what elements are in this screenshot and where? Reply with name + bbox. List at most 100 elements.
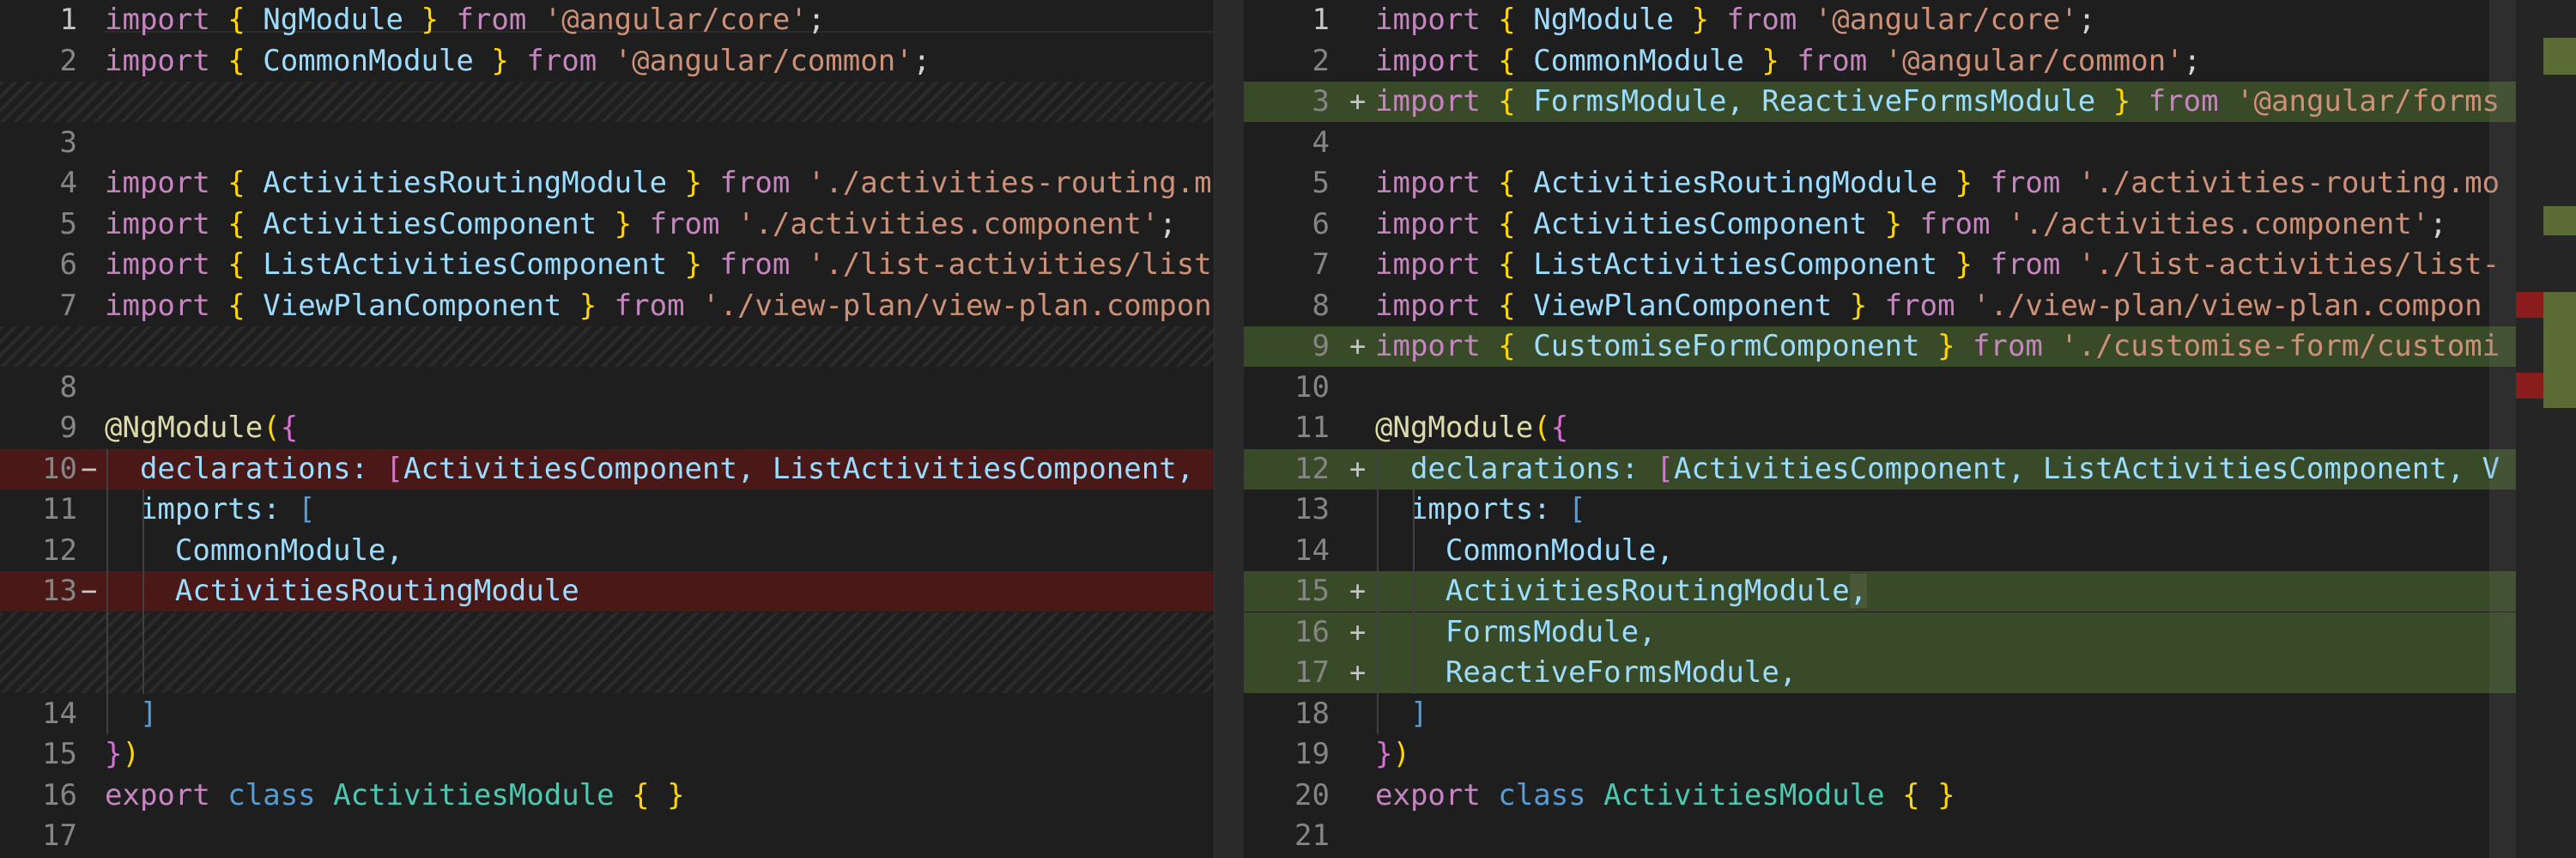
line-code[interactable]: ActivitiesRoutingModule, bbox=[1375, 571, 1868, 612]
code-line[interactable]: 18 ] bbox=[1244, 694, 2516, 734]
code-line[interactable]: 3 bbox=[0, 123, 1240, 163]
code-token: } bbox=[667, 166, 720, 200]
code-line[interactable]: 8 bbox=[0, 368, 1240, 408]
line-code[interactable]: export class ActivitiesModule { } bbox=[105, 776, 685, 816]
line-gutter: 6 bbox=[1244, 204, 1330, 245]
line-code[interactable]: imports: [ bbox=[105, 490, 316, 530]
code-line[interactable]: 15}) bbox=[0, 734, 1240, 775]
code-line[interactable]: 1 import { NgModule } from '@angular/core… bbox=[0, 0, 1240, 40]
code-line[interactable]: 6 import { ListActivitiesComponent } from… bbox=[0, 245, 1240, 285]
overview-removed-mark bbox=[2516, 292, 2543, 318]
code-line[interactable]: 4 bbox=[1244, 123, 2516, 163]
code-line[interactable]: 12 CommonModule, bbox=[0, 531, 1240, 571]
line-code[interactable]: ] bbox=[105, 694, 157, 734]
code-line[interactable]: 12 + declarations: [ActivitiesComponent, … bbox=[1244, 448, 2516, 490]
code-line[interactable]: 9 + import { CustomiseFormComponent } from… bbox=[1244, 326, 2516, 367]
code-line[interactable]: 16 + FormsModule, bbox=[1244, 612, 2516, 653]
line-code[interactable]: declarations: [ActivitiesComponent, List… bbox=[105, 449, 1212, 490]
diff-pane-divider[interactable] bbox=[1214, 0, 1245, 858]
code-token: } bbox=[1674, 3, 1727, 37]
diff-overview-ruler[interactable] bbox=[2516, 0, 2576, 858]
line-number: 5 bbox=[59, 206, 77, 241]
line-code[interactable]: imports: [ bbox=[1375, 490, 1586, 530]
line-code[interactable]: }) bbox=[105, 734, 140, 775]
line-code[interactable]: import { FormsModule, ReactiveFormsModul… bbox=[1375, 82, 2500, 122]
code-line[interactable]: 14 CommonModule, bbox=[1244, 531, 2516, 571]
line-code[interactable]: import { CommonModule } from '@angular/c… bbox=[1375, 41, 2201, 82]
line-code[interactable]: ReactiveFormsModule, bbox=[1375, 653, 1797, 693]
code-line[interactable]: 9 @NgModule({ bbox=[0, 408, 1240, 448]
line-code[interactable]: import { ActivitiesRoutingModule } from … bbox=[105, 163, 1229, 204]
code-line[interactable]: 15 + ActivitiesRoutingModule, bbox=[1244, 571, 2516, 612]
code-line[interactable]: 14 ] bbox=[0, 694, 1240, 734]
line-code[interactable]: ] bbox=[1375, 694, 1427, 734]
code-line[interactable]: 11 @NgModule({ bbox=[1244, 408, 2516, 448]
code-token: NgModule bbox=[1533, 3, 1675, 37]
line-code[interactable]: declarations: [ActivitiesComponent, List… bbox=[1375, 449, 2500, 490]
code-line[interactable]: 17 bbox=[0, 816, 1240, 856]
code-line[interactable]: 5 import { ActivitiesRoutingModule } from… bbox=[1244, 163, 2516, 204]
line-code[interactable]: import { ActivitiesComponent } from './a… bbox=[105, 204, 1177, 245]
line-number: 5 bbox=[1312, 166, 1330, 200]
line-code[interactable]: FormsModule, bbox=[1375, 612, 1657, 653]
code-line[interactable]: 10 bbox=[1244, 368, 2516, 408]
code-token: ListActivitiesComponent bbox=[263, 247, 668, 282]
line-code[interactable]: CommonModule, bbox=[105, 531, 403, 571]
code-line[interactable]: 4 import { ActivitiesRoutingModule } from… bbox=[0, 163, 1240, 204]
line-code[interactable]: export class ActivitiesModule { } bbox=[1375, 776, 1955, 816]
line-number: 16 bbox=[42, 777, 77, 812]
code-line[interactable]: 21 bbox=[1244, 816, 2516, 856]
line-code[interactable]: import { ActivitiesComponent } from './a… bbox=[1375, 204, 2447, 245]
code-line[interactable]: 7 import { ViewPlanComponent } from './vi… bbox=[0, 286, 1240, 326]
line-gutter: 5 bbox=[0, 204, 77, 245]
code-line[interactable]: 20 export class ActivitiesModule { } bbox=[1244, 776, 2516, 816]
editor-scrollbar-thumb[interactable] bbox=[2489, 0, 2516, 858]
line-code[interactable]: ActivitiesRoutingModule bbox=[105, 571, 579, 612]
code-line[interactable]: 1 import { NgModule } from '@angular/core… bbox=[1244, 0, 2516, 40]
code-line[interactable]: 16 export class ActivitiesModule { } bbox=[0, 776, 1240, 816]
line-gutter: 1 bbox=[1244, 0, 1330, 40]
line-code[interactable]: CommonModule, bbox=[1375, 531, 1674, 571]
line-code[interactable]: import { CommonModule } from '@angular/c… bbox=[105, 41, 930, 82]
code-line[interactable]: 17 + ReactiveFormsModule, bbox=[1244, 653, 2516, 693]
line-code[interactable]: import { CustomiseFormComponent } from '… bbox=[1375, 326, 2500, 367]
code-line[interactable]: 11 imports: [ bbox=[0, 490, 1240, 530]
line-number: 21 bbox=[1294, 818, 1330, 853]
code-line[interactable]: 6 import { ActivitiesComponent } from './… bbox=[1244, 204, 2516, 245]
code-token: ActivitiesModule bbox=[1603, 777, 1903, 812]
code-token: { bbox=[227, 247, 264, 282]
code-line[interactable]: 5 import { ActivitiesComponent } from './… bbox=[0, 204, 1240, 245]
code-line[interactable]: 13 imports: [ bbox=[1244, 490, 2516, 530]
modified-editor-pane[interactable]: 1 import { NgModule } from '@angular/core… bbox=[1244, 0, 2516, 858]
line-code[interactable]: @NgModule({ bbox=[1375, 408, 1568, 448]
code-token: import bbox=[1375, 247, 1499, 282]
line-code[interactable]: @NgModule({ bbox=[105, 408, 298, 448]
line-code[interactable]: import { NgModule } from '@angular/core'… bbox=[1375, 0, 2095, 40]
code-line[interactable]: 13− ActivitiesRoutingModule bbox=[0, 571, 1240, 612]
line-code[interactable]: import { ActivitiesRoutingModule } from … bbox=[1375, 163, 2500, 204]
line-code[interactable]: import { ViewPlanComponent } from './vie… bbox=[105, 286, 1212, 326]
line-removed-marker: − bbox=[81, 575, 98, 607]
line-code[interactable]: import { ViewPlanComponent } from './vie… bbox=[1375, 286, 2482, 326]
code-token: './list-activities/list- bbox=[2077, 247, 2500, 282]
line-code[interactable]: import { NgModule } from '@angular/core'… bbox=[105, 0, 825, 40]
original-editor-pane[interactable]: 1 import { NgModule } from '@angular/core… bbox=[0, 0, 1240, 858]
line-gutter: 8 bbox=[0, 368, 77, 408]
line-code[interactable]: import { ListActivitiesComponent } from … bbox=[105, 245, 1212, 285]
code-line[interactable]: 19}) bbox=[1244, 734, 2516, 775]
code-token: import bbox=[1375, 329, 1499, 363]
line-gutter: 15 bbox=[1244, 571, 1330, 612]
code-line[interactable]: 10− declarations: [ActivitiesComponent, … bbox=[0, 448, 1240, 490]
line-code[interactable]: }) bbox=[1375, 734, 1410, 775]
code-line[interactable]: 7 import { ListActivitiesComponent } from… bbox=[1244, 245, 2516, 285]
code-line[interactable]: 2 import { CommonModule } from '@angular/… bbox=[0, 41, 1240, 82]
line-gutter: 19 bbox=[1244, 734, 1330, 775]
code-line[interactable]: 3 + import { FormsModule, ReactiveFormsMod… bbox=[1244, 82, 2516, 122]
code-token: } bbox=[667, 247, 720, 282]
code-token: declarations: bbox=[1375, 451, 1657, 486]
code-token: ; bbox=[2183, 43, 2202, 78]
line-code[interactable]: import { ListActivitiesComponent } from … bbox=[1375, 245, 2500, 285]
code-line[interactable]: 2 import { CommonModule } from '@angular/… bbox=[1244, 41, 2516, 82]
code-line[interactable]: 8 import { ViewPlanComponent } from './vi… bbox=[1244, 286, 2516, 326]
